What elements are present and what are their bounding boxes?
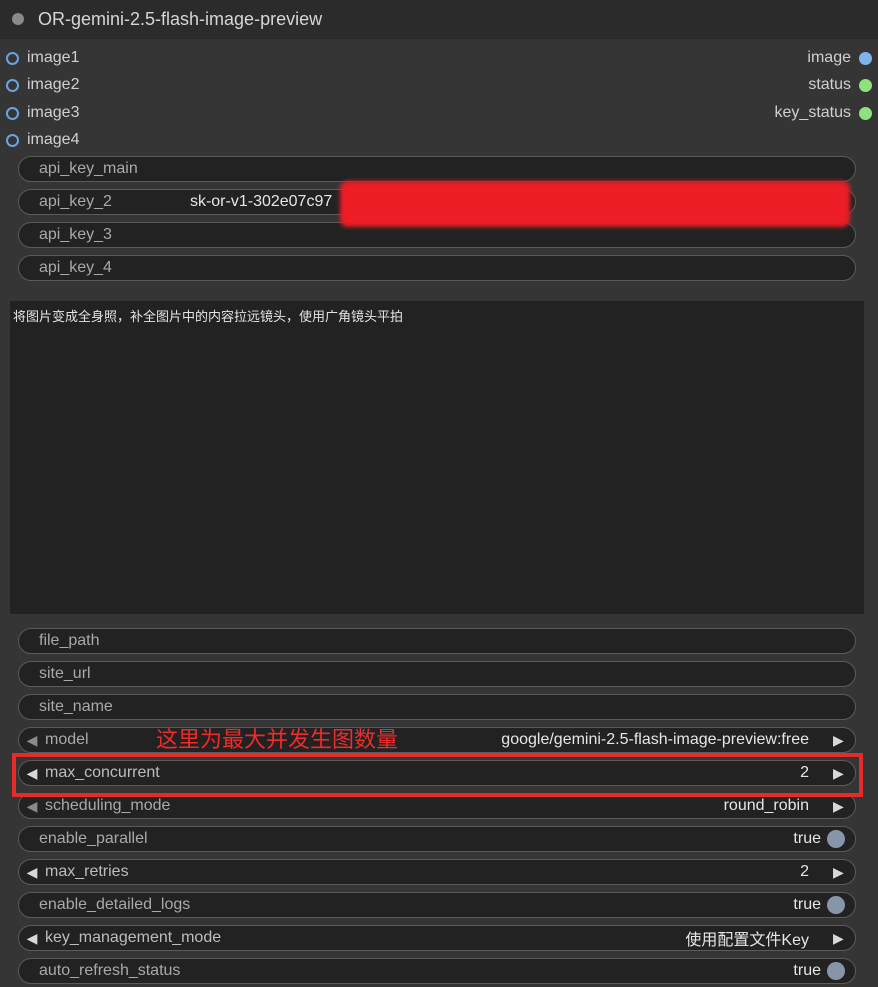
left-arrow-icon[interactable]: ◀ [25, 732, 39, 749]
file-path-field[interactable]: file_path [18, 628, 856, 654]
annotation-text: 这里为最大并发生图数量 [156, 728, 399, 753]
output-label: status [808, 76, 851, 93]
site-url-field[interactable]: site_url [18, 661, 856, 687]
input-slot-image4[interactable]: image4 [6, 129, 79, 151]
widget-label: api_key_3 [39, 226, 112, 243]
input-dot-icon[interactable] [6, 51, 19, 65]
output-slot-status[interactable]: status [808, 74, 872, 96]
model-value: google/gemini-2.5-flash-image-preview:fr… [501, 731, 809, 748]
model-combo[interactable]: ◀ model google/gemini-2.5-flash-image-pr… [18, 727, 856, 753]
widget-label: model [45, 731, 89, 748]
auto-refresh-status-value: true [793, 962, 821, 979]
widget-label: max_retries [45, 863, 129, 880]
enable-parallel-value: true [793, 830, 821, 847]
output-slot-image[interactable]: image [807, 47, 872, 69]
site-name-field[interactable]: site_name [18, 694, 856, 720]
prompt-text: 将图片变成全身照，补全图片中的内容拉远镜头，使用广角镜头平拍 [13, 309, 404, 324]
enable-detailed-logs-toggle[interactable]: enable_detailed_logs true [18, 892, 856, 918]
input-label: image2 [27, 76, 80, 93]
toggle-knob-icon[interactable] [827, 896, 845, 914]
api-key-4-field[interactable]: api_key_4 [18, 255, 856, 281]
widget-label: api_key_4 [39, 259, 112, 276]
input-slot-image2[interactable]: image2 [6, 74, 79, 96]
widget-label: api_key_main [39, 160, 138, 177]
output-dot-icon[interactable] [859, 78, 872, 92]
left-arrow-icon[interactable]: ◀ [25, 864, 39, 881]
input-dot-icon[interactable] [6, 106, 19, 120]
output-label: key_status [774, 104, 851, 121]
input-dot-icon[interactable] [6, 133, 19, 147]
toggle-knob-icon[interactable] [827, 962, 845, 980]
widget-label: api_key_2 [39, 193, 112, 210]
key-management-mode-combo[interactable]: ◀ key_management_mode 使用配置文件Key ▶ [18, 925, 856, 951]
input-label: image4 [27, 131, 80, 148]
annotation-highlight-box [12, 753, 863, 797]
input-slot-image1[interactable]: image1 [6, 47, 79, 69]
node-panel: OR-gemini-2.5-flash-image-preview image1… [0, 0, 878, 987]
node-title: OR-gemini-2.5-flash-image-preview [38, 8, 323, 29]
api-key-main-field[interactable]: api_key_main [18, 156, 856, 182]
right-arrow-icon[interactable]: ▶ [833, 930, 847, 947]
toggle-knob-icon[interactable] [827, 830, 845, 848]
output-dot-icon[interactable] [859, 106, 872, 120]
right-arrow-icon[interactable]: ▶ [833, 864, 847, 881]
widget-label: site_name [39, 698, 113, 715]
key-management-mode-value: 使用配置文件Key [685, 932, 809, 949]
input-dot-icon[interactable] [6, 78, 19, 92]
input-label: image1 [27, 49, 80, 66]
output-slot-key-status[interactable]: key_status [775, 102, 872, 124]
right-arrow-icon[interactable]: ▶ [833, 798, 847, 815]
auto-refresh-status-toggle[interactable]: auto_refresh_status true [18, 958, 856, 984]
widget-label: enable_parallel [39, 830, 148, 847]
enable-parallel-toggle[interactable]: enable_parallel true [18, 826, 856, 852]
scheduling-mode-value: round_robin [723, 797, 809, 814]
widget-label: site_url [39, 665, 91, 682]
max-retries-stepper[interactable]: ◀ max_retries 2 ▶ [18, 859, 856, 885]
widget-label: enable_detailed_logs [39, 896, 191, 913]
max-retries-value: 2 [800, 863, 809, 880]
output-label: image [807, 49, 851, 66]
redaction-scribble [340, 181, 850, 227]
right-arrow-icon[interactable]: ▶ [833, 732, 847, 749]
left-arrow-icon[interactable]: ◀ [25, 798, 39, 815]
collapse-dot-icon[interactable] [12, 13, 24, 25]
widget-label: key_management_mode [45, 929, 222, 946]
node-title-bar[interactable]: OR-gemini-2.5-flash-image-preview [0, 0, 878, 39]
api-key-2-value: sk-or-v1-302e07c97 [189, 193, 333, 210]
input-slot-image3[interactable]: image3 [6, 102, 79, 124]
enable-detailed-logs-value: true [793, 896, 821, 913]
output-dot-icon[interactable] [859, 51, 872, 65]
widget-label: scheduling_mode [45, 797, 171, 814]
left-arrow-icon[interactable]: ◀ [25, 930, 39, 947]
prompt-textarea[interactable]: 将图片变成全身照，补全图片中的内容拉远镜头，使用广角镜头平拍 [10, 301, 864, 614]
widget-label: file_path [39, 632, 100, 649]
input-label: image3 [27, 104, 80, 121]
widget-label: auto_refresh_status [39, 962, 181, 979]
